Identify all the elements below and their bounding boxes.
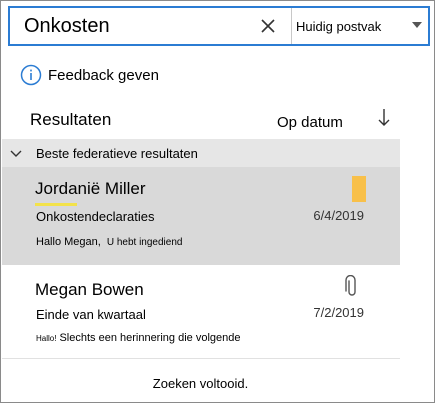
sort-direction-button[interactable] [375, 107, 393, 129]
preview-part-1: Hallo Megan, [36, 236, 101, 248]
search-box: Huidig postvak [8, 6, 430, 46]
sender-name: Megan Bowen [35, 280, 144, 299]
chevron-down-icon [412, 22, 422, 28]
search-pane: Huidig postvak Feedback geven Resultaten… [0, 0, 435, 403]
clear-search-button[interactable] [254, 12, 282, 40]
arrow-down-icon [378, 109, 390, 126]
sender-name: Jordanië Miller [35, 179, 146, 198]
preview-part-2: Slechts een herinnering die volgende [59, 332, 241, 344]
list-item[interactable]: Megan Bowen Einde van kwartaal 7/2/2019 … [2, 267, 400, 359]
preview-part-2: U hebt ingediend [106, 237, 183, 248]
subject: Onkostendeclaraties [36, 209, 155, 224]
feedback-label: Feedback geven [48, 66, 159, 84]
paperclip-icon [345, 275, 356, 296]
search-input[interactable] [10, 8, 290, 44]
date: 7/2/2019 [313, 305, 364, 320]
search-scope-label: Huidig postvak [296, 18, 382, 34]
status-text: Zoeken voltooid. [152, 376, 249, 391]
preview-text: Hallo Megan, U hebt ingediend [36, 236, 182, 248]
chevron-down-icon [10, 150, 22, 157]
results-title: Resultaten [30, 110, 112, 129]
group-header[interactable]: Beste federatieve resultaten [2, 139, 400, 167]
flag-icon[interactable] [352, 176, 366, 202]
date: 6/4/2019 [313, 208, 364, 223]
feedback-link[interactable]: Feedback geven [20, 63, 159, 87]
close-icon [261, 19, 275, 33]
group-label: Beste federatieve resultaten [36, 145, 198, 161]
list-item[interactable]: Jordanië Miller Onkostendeclaraties 6/4/… [2, 167, 400, 265]
preview-part-1: Hallo! [36, 334, 57, 343]
search-term-highlight [35, 203, 77, 206]
sort-by-date-button[interactable]: Op datum [277, 114, 343, 131]
search-scope-dropdown[interactable]: Huidig postvak [292, 8, 428, 44]
subject: Einde van kwartaal [36, 307, 146, 322]
info-icon [20, 64, 42, 86]
preview-text: Hallo! Slechts een herinnering die volgen… [36, 332, 240, 344]
